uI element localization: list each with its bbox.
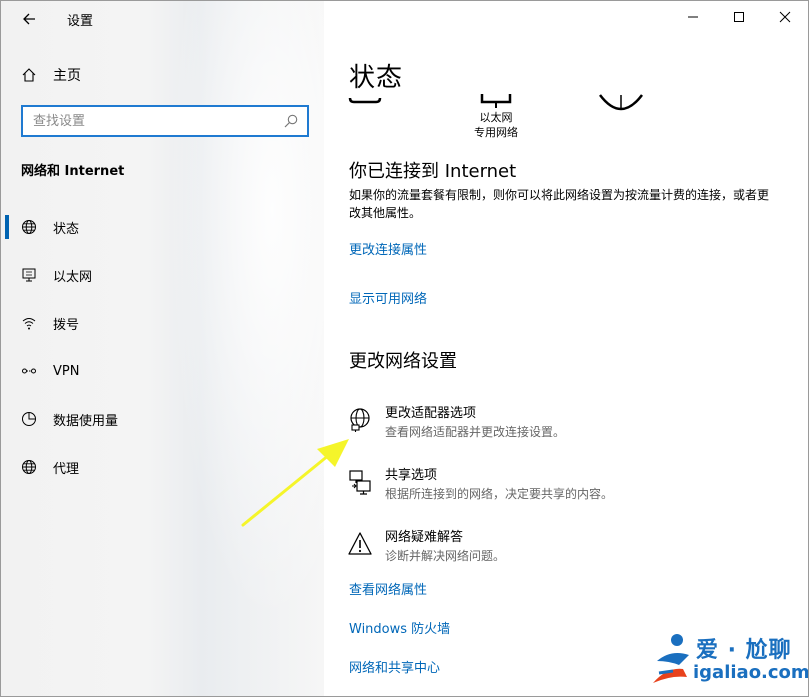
globe-icon [22,220,36,234]
sharing-options-item[interactable]: 共享选项 根据所连接到的网络，决定要共享的内容。 [346,467,786,511]
option-title: 共享选项 [385,468,438,483]
show-available-networks-link[interactable]: 显示可用网络 [349,288,427,307]
sidebar-item-status[interactable]: 状态 [1,203,324,251]
search-icon[interactable] [283,113,299,129]
option-description: 查看网络适配器并更改连接设置。 [385,425,566,439]
network-troubleshooter-item[interactable]: 网络疑难解答 诊断并解决网络问题。 [346,529,786,573]
sidebar-item-ethernet[interactable]: 以太网 [1,251,324,299]
change-network-settings-heading: 更改网络设置 [349,351,457,372]
watermark-url: igaliao.com [693,662,809,683]
left-device-icon [348,97,382,104]
sidebar-item-label: VPN [53,363,80,379]
connected-description: 如果你的流量套餐有限制，则你可以将此网络设置为按流量计费的连接，或者更改其他属性… [349,188,770,220]
section-title: 网络和 Internet [21,164,125,179]
back-button[interactable] [15,5,43,33]
watermark-text: 爱 · 尬聊 [696,638,792,663]
option-title: 更改适配器选项 [385,406,477,421]
network-sharing-center-link[interactable]: 网络和共享中心 [349,657,440,676]
adapter-globe-icon [350,408,370,432]
view-network-properties-link[interactable]: 查看网络属性 [349,579,427,598]
windows-firewall-link[interactable]: Windows 防火墙 [349,618,450,637]
sidebar: 设置 主页 网络和 Internet [1,1,324,696]
annotation-arrow-icon [241,439,349,527]
maximize-icon [734,12,744,22]
maximize-button[interactable] [716,1,762,33]
dialup-icon [22,318,36,330]
sidebar-item-dialup[interactable]: 拨号 [1,299,324,347]
watermark: 爱 · 尬聊 igaliao.com [649,629,809,695]
sidebar-item-label: 代理 [53,461,80,477]
back-arrow-icon [23,13,35,25]
option-description: 诊断并解决网络问题。 [385,549,506,563]
network-label: 以太网 专用网络 [462,110,530,140]
adapter-options-item[interactable]: 更改适配器选项 查看网络适配器并更改连接设置。 [346,405,786,449]
network-type: 专用网络 [474,126,518,139]
main-content: 状态 以太网 专用网络 你已连接到 Internet 如果你的流量套餐有限制，则… [324,1,808,696]
minimize-icon [688,16,698,18]
network-name: 以太网 [479,111,513,124]
close-icon [779,11,791,23]
search-box[interactable] [21,105,309,137]
home-nav-item[interactable]: 主页 [21,65,81,85]
option-title: 网络疑难解答 [385,530,464,545]
app-title: 设置 [67,14,94,29]
data-usage-icon [22,412,36,426]
home-label: 主页 [53,68,81,84]
close-button[interactable] [762,1,808,33]
ethernet-monitor-icon [480,94,512,108]
window-controls [670,1,808,33]
globe-icon [22,460,36,474]
vpn-icon [22,368,36,374]
sidebar-item-label: 状态 [53,221,80,237]
watermark-logo-icon [653,634,689,683]
connected-heading: 你已连接到 Internet [349,161,517,182]
minimize-button[interactable] [670,1,716,33]
sidebar-item-vpn[interactable]: VPN [1,347,324,395]
search-input[interactable] [23,107,283,135]
sidebar-item-label: 拨号 [53,317,80,333]
internet-globe-icon [599,94,643,111]
ethernet-icon [22,268,36,282]
settings-window: 设置 主页 网络和 Internet [0,0,809,697]
sidebar-item-label: 数据使用量 [53,413,119,429]
sidebar-item-label: 以太网 [53,269,93,285]
home-icon [22,68,36,82]
warning-icon [348,532,372,555]
option-description: 根据所连接到的网络，决定要共享的内容。 [385,487,614,501]
change-connection-properties-link[interactable]: 更改连接属性 [349,239,427,258]
network-diagram [348,94,643,111]
